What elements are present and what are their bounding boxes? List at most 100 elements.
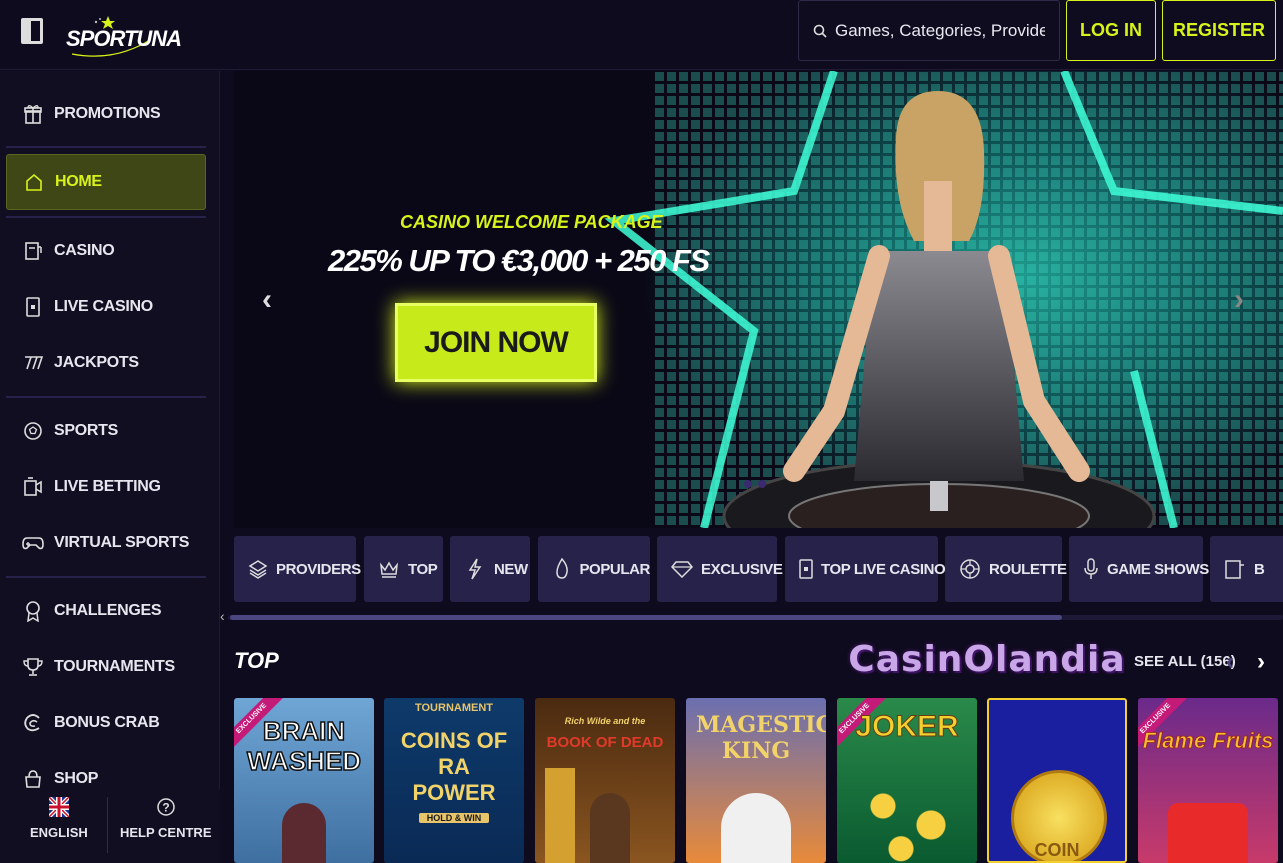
gamepad-icon <box>22 532 44 554</box>
game-card[interactable]: TOURNAMENT COINS OF RA POWER HOLD & WIN <box>384 698 524 863</box>
divider <box>6 146 206 148</box>
join-now-button[interactable]: JOIN NOW <box>395 303 597 382</box>
divider <box>107 797 108 853</box>
tab-roulette[interactable]: ROULETTE <box>945 536 1067 602</box>
carousel-dot[interactable] <box>758 480 766 488</box>
sidebar: PROMOTIONS HOME CASINO LIVE CASINO JACKP… <box>0 71 220 863</box>
crab-icon <box>22 712 44 734</box>
game-card[interactable]: MAGESTIC KING <box>686 698 826 863</box>
sidebar-footer: ENGLISH ? HELP CENTRE <box>0 789 220 863</box>
tab-game-shows[interactable]: GAME SHOWS <box>1069 536 1209 602</box>
sidebar-item-home[interactable]: HOME <box>6 154 206 210</box>
tab-top[interactable]: TOP <box>364 536 443 602</box>
game-title: Flame Fruits <box>1142 728 1274 754</box>
tab-partial[interactable]: B <box>1210 536 1283 602</box>
sidebar-item-virtual-sports[interactable]: VIRTUAL SPORTS <box>6 515 206 571</box>
uk-flag-icon <box>48 797 69 817</box>
game-card[interactable]: EXCLUSIVE JOKER <box>837 698 977 863</box>
game-card[interactable]: EXCLUSIVE BRAIN WASHED <box>234 698 374 863</box>
hero-subtitle: CASINO WELCOME PACKAGE <box>400 212 663 232</box>
tab-label: EXCLUSIVE <box>701 560 783 578</box>
live-betting-icon <box>22 476 44 498</box>
diamond-icon <box>671 558 693 580</box>
game-title: COIN <box>1034 840 1080 860</box>
tab-providers[interactable]: PROVIDERS <box>234 536 361 602</box>
game-title: MAGESTIC KING <box>696 712 826 764</box>
live-casino-icon <box>22 296 44 318</box>
login-button[interactable]: LOG IN <box>1066 0 1156 61</box>
sidebar-item-promotions[interactable]: PROMOTIONS <box>6 86 206 142</box>
sidebar-item-label: VIRTUAL SPORTS <box>54 534 190 551</box>
svg-text:?: ? <box>162 801 169 815</box>
explorer-image <box>590 793 630 863</box>
game-card[interactable]: Rich Wilde and the BOOK OF DEAD <box>535 698 675 863</box>
sidebar-item-label: TOURNAMENTS <box>54 658 175 675</box>
sidebar-item-live-casino[interactable]: LIVE CASINO <box>6 279 206 335</box>
chevron-right-icon[interactable]: › <box>1234 283 1244 317</box>
scroll-left-icon[interactable]: ‹ <box>220 608 225 624</box>
trophy-icon <box>22 656 44 678</box>
sidebar-item-challenges[interactable]: CHALLENGES <box>6 583 206 639</box>
sidebar-item-label: SHOP <box>54 770 99 787</box>
divider <box>6 396 206 398</box>
microphone-icon <box>1083 558 1099 580</box>
language-selector[interactable]: ENGLISH <box>30 797 88 840</box>
tab-new[interactable]: NEW <box>450 536 530 602</box>
pharaoh-image <box>545 768 575 863</box>
scrollbar-thumb[interactable] <box>230 615 1062 620</box>
sidebar-item-casino[interactable]: CASINO <box>6 223 206 279</box>
chevron-left-icon[interactable]: ‹ <box>1226 648 1234 676</box>
help-icon: ? <box>157 798 175 816</box>
shop-icon <box>22 768 44 790</box>
sidebar-toggle-icon[interactable] <box>21 18 43 44</box>
coins-image <box>847 768 967 863</box>
chevron-right-icon[interactable]: › <box>1257 648 1265 676</box>
language-label: ENGLISH <box>30 825 88 840</box>
tab-popular[interactable]: POPULAR <box>538 536 650 602</box>
casinolandia-watermark: CasinOlandia <box>848 638 1126 680</box>
sidebar-item-label: LIVE CASINO <box>54 298 153 315</box>
card-icon <box>799 558 813 580</box>
register-button[interactable]: REGISTER <box>1162 0 1276 61</box>
hero-background-image <box>234 71 1283 528</box>
sidebar-item-label: PROMOTIONS <box>54 105 161 122</box>
lightning-icon <box>464 558 486 580</box>
game-tag: TOURNAMENT <box>414 702 493 714</box>
divider <box>6 216 206 218</box>
tab-label: GAME SHOWS <box>1107 560 1209 578</box>
search-input[interactable] <box>835 20 1045 41</box>
tab-label: TOP LIVE CASINO <box>821 560 946 578</box>
game-card[interactable]: COIN <box>987 698 1127 863</box>
chevron-left-icon[interactable]: ‹ <box>262 283 272 317</box>
game-card[interactable]: EXCLUSIVE Flame Fruits <box>1138 698 1278 863</box>
hero-banner[interactable]: CASINO WELCOME PACKAGE 225% UP TO €3,000… <box>234 71 1283 528</box>
logo[interactable]: SPORTUNA <box>64 16 182 60</box>
casino-icon <box>22 240 44 262</box>
logo-text: SPORTUNA <box>66 26 182 51</box>
category-tabs: PROVIDERS TOP NEW POPULAR EXCLUSIVE TOP … <box>234 536 1283 602</box>
sidebar-item-tournaments[interactable]: TOURNAMENTS <box>6 639 206 695</box>
tab-label: POPULAR <box>579 560 650 578</box>
tab-label: PROVIDERS <box>276 560 361 578</box>
carousel-dot[interactable] <box>744 480 752 488</box>
roulette-icon <box>959 558 981 580</box>
see-all-link[interactable]: SEE ALL (156) <box>1134 653 1236 670</box>
game-title: BOOK OF DEAD <box>546 734 664 751</box>
sidebar-item-sports[interactable]: SPORTS <box>6 403 206 459</box>
tab-label: NEW <box>494 560 528 578</box>
tab-top-live-casino[interactable]: TOP LIVE CASINO <box>785 536 946 602</box>
divider <box>6 576 206 578</box>
soccer-ball-icon <box>22 420 44 442</box>
sidebar-item-label: CASINO <box>54 242 115 259</box>
header: SPORTUNA LOG IN REGISTER <box>0 0 1283 70</box>
game-title: JOKER <box>855 710 959 744</box>
sidebar-item-jackpots[interactable]: JACKPOTS <box>6 335 206 391</box>
sidebar-item-bonus-crab[interactable]: BONUS CRAB <box>6 695 206 751</box>
tab-label: TOP <box>408 560 438 578</box>
tab-label: ROULETTE <box>989 560 1067 578</box>
sidebar-item-live-betting[interactable]: LIVE BETTING <box>6 459 206 515</box>
search-box[interactable] <box>798 0 1060 61</box>
carousel-dots <box>744 480 766 488</box>
tab-exclusive[interactable]: EXCLUSIVE <box>657 536 783 602</box>
help-centre-link[interactable]: ? HELP CENTRE <box>120 797 212 840</box>
